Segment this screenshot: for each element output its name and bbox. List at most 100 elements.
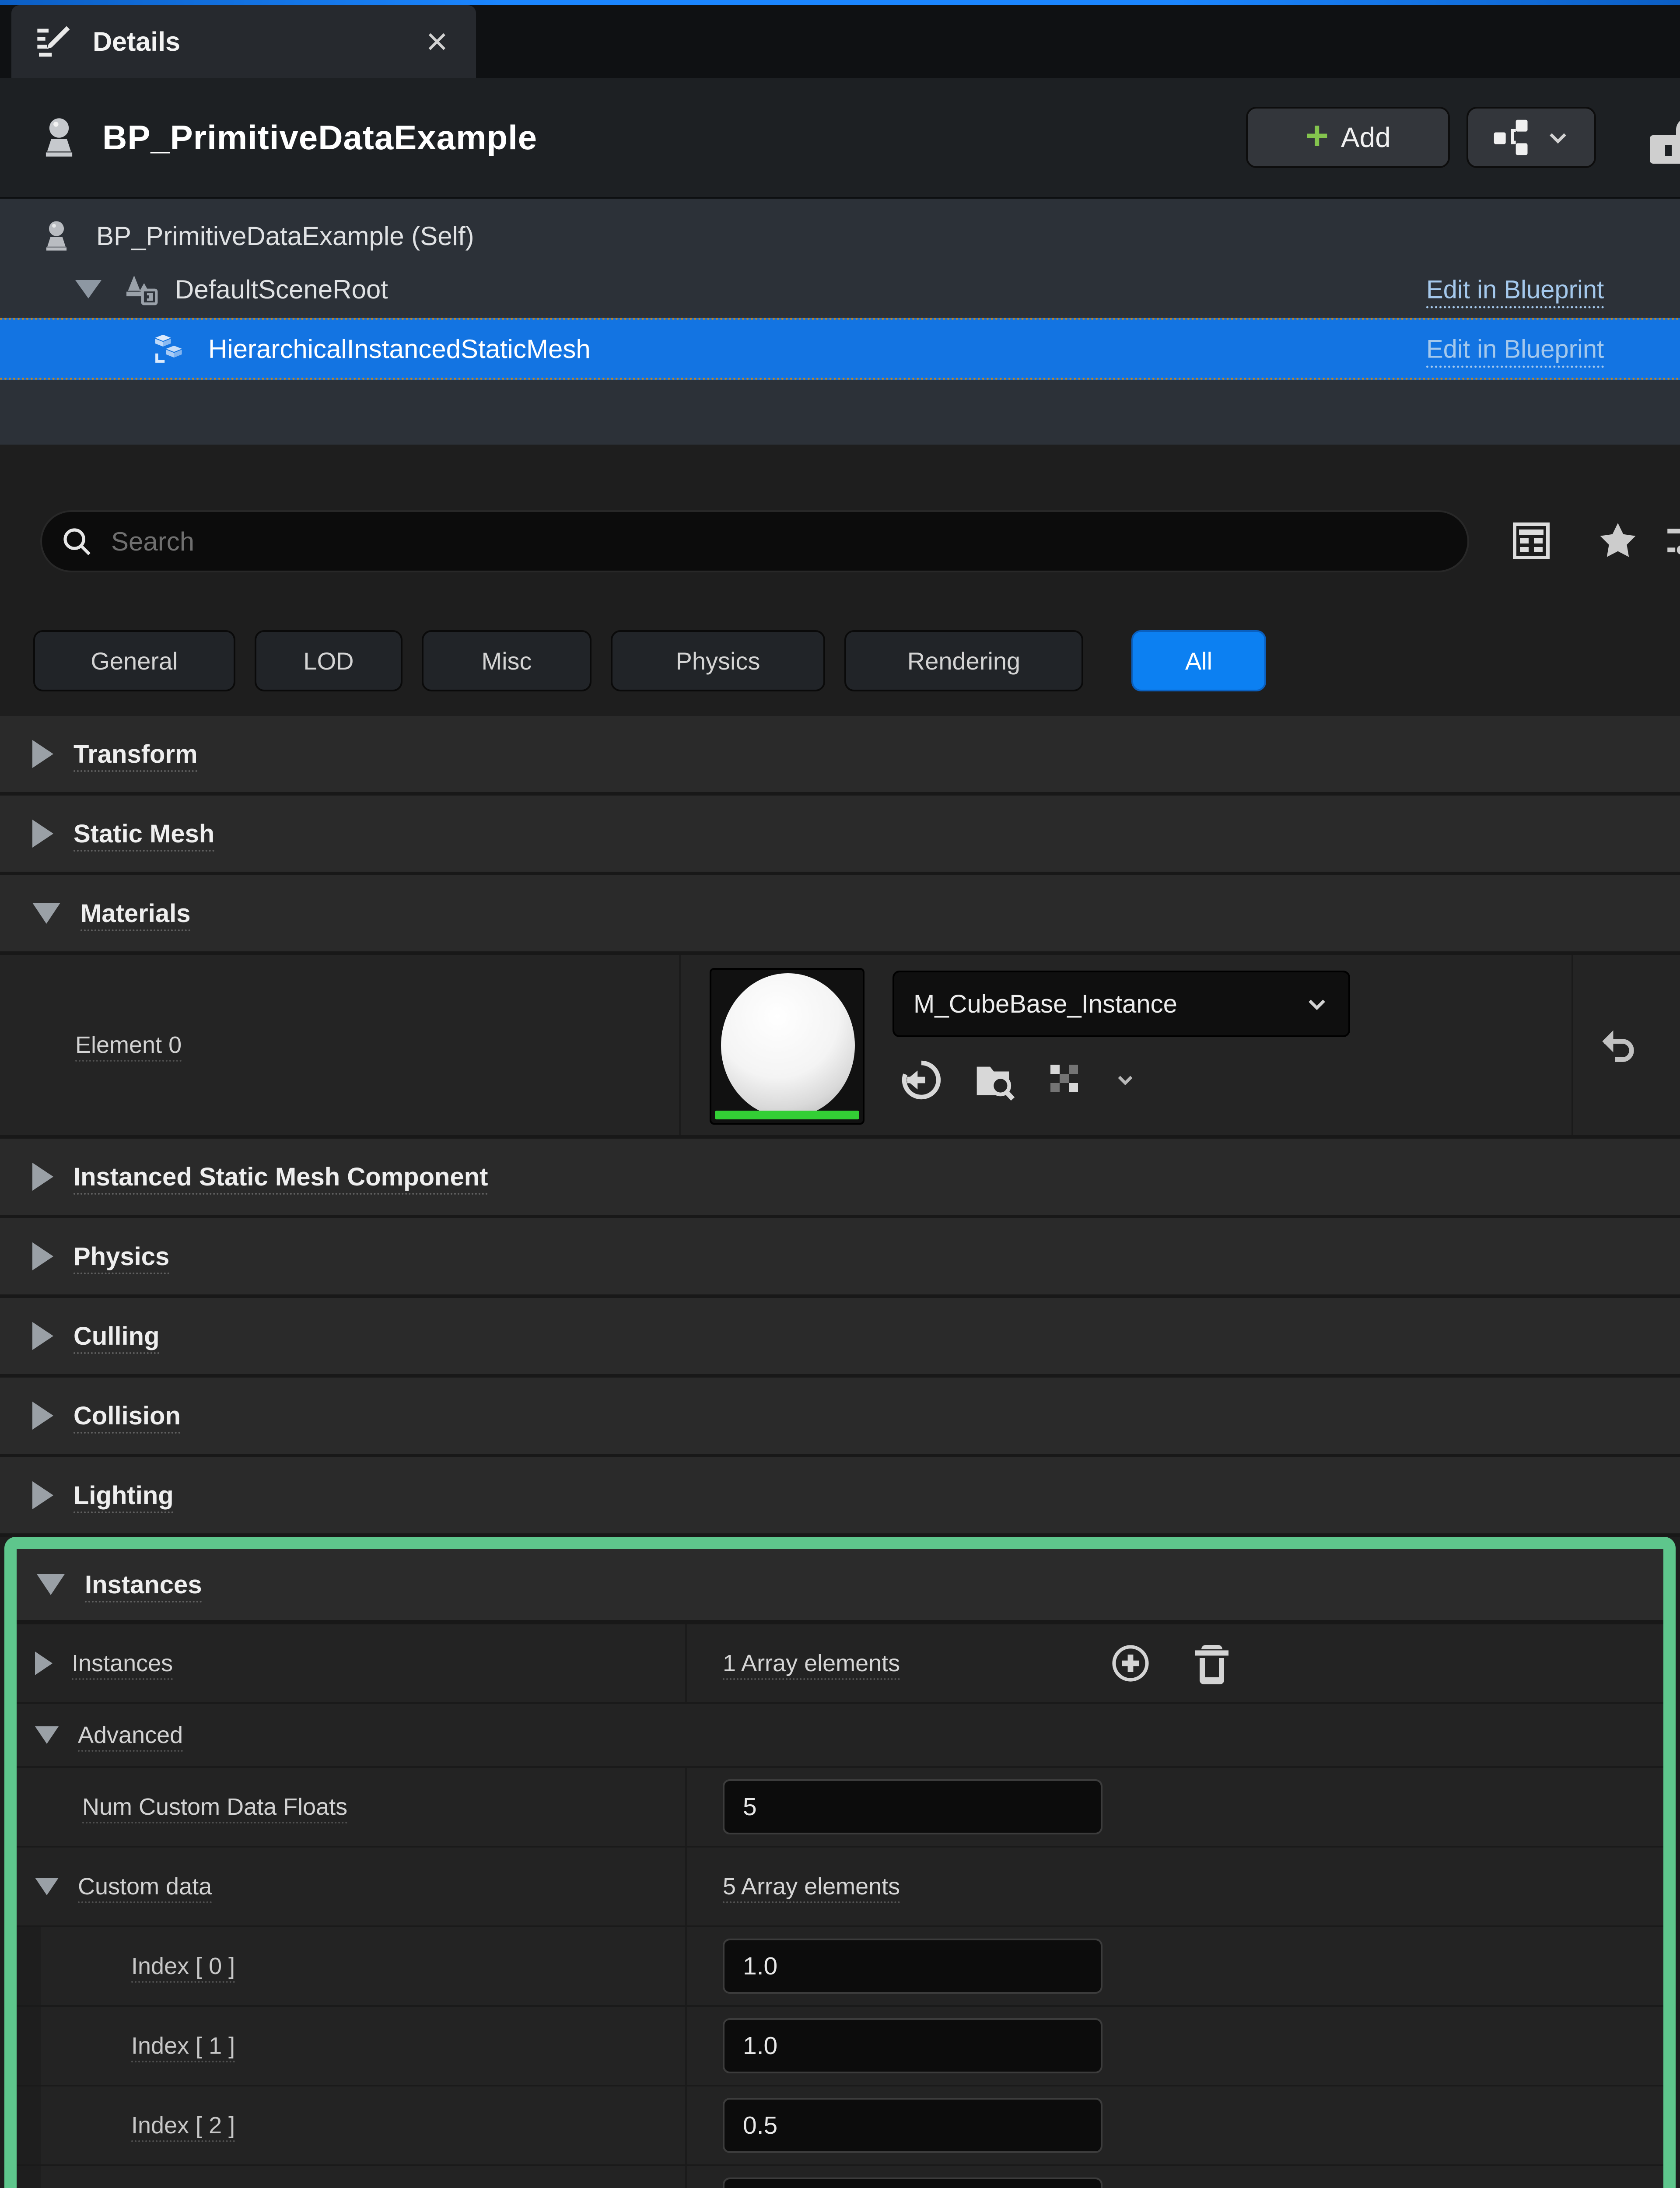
search-box[interactable]	[40, 510, 1469, 572]
add-button[interactable]: + Add	[1246, 107, 1450, 168]
add-array-element-icon[interactable]	[1110, 1642, 1152, 1684]
index-2-input[interactable]	[723, 2098, 1102, 2153]
tree-row-self[interactable]: BP_PrimitiveDataExample (Self)	[0, 209, 1680, 263]
instanced-static-mesh-icon	[150, 330, 188, 368]
edit-in-blueprint-link[interactable]: Edit in Blueprint	[1426, 335, 1604, 364]
column-splitter[interactable]	[685, 1768, 687, 1846]
chevron-down-icon	[1546, 125, 1570, 150]
expander-right-icon	[32, 820, 53, 848]
tree-row-hism-selected[interactable]: HierarchicalInstancedStaticMesh Edit in …	[0, 318, 1680, 380]
add-button-label: Add	[1341, 121, 1391, 154]
edit-in-blueprint-link[interactable]: Edit in Blueprint	[1426, 276, 1604, 304]
tab-details[interactable]: Details ×	[11, 5, 476, 78]
num-custom-data-floats-input[interactable]	[723, 1779, 1102, 1834]
expander-down-icon	[35, 1726, 59, 1744]
favorites-star-icon[interactable]	[1596, 520, 1640, 562]
expander-down-icon	[32, 903, 60, 924]
material-name: M_CubeBase_Instance	[914, 989, 1177, 1019]
section-materials[interactable]: Materials	[0, 875, 1680, 955]
advanced-subsection-row[interactable]: Advanced	[17, 1704, 1663, 1768]
filter-physics[interactable]: Physics	[611, 630, 825, 691]
custom-data-row: Custom data 5 Array elements	[17, 1848, 1663, 1927]
tree-row-default-scene-root[interactable]: DefaultSceneRoot Edit in Blueprint	[0, 263, 1680, 316]
section-instances[interactable]: Instances	[17, 1549, 1663, 1624]
reset-to-default-icon[interactable]	[1596, 1025, 1642, 1065]
close-icon[interactable]: ×	[426, 23, 448, 60]
details-body: General LOD Misc Physics Rendering All T…	[0, 445, 1680, 2188]
texture-picker-icon[interactable]	[1047, 1062, 1084, 1098]
element-label: Element 0	[75, 1031, 182, 1059]
column-splitter[interactable]	[685, 2166, 687, 2188]
plus-icon: +	[1305, 116, 1329, 156]
settings-sliders-icon[interactable]	[1662, 522, 1680, 560]
blueprint-hierarchy-button[interactable]	[1466, 107, 1596, 168]
column-splitter[interactable]	[679, 955, 681, 1135]
index-label: Index [ 2 ]	[131, 2112, 235, 2139]
search-input[interactable]	[111, 526, 1450, 557]
expander-right-icon	[32, 1402, 53, 1430]
unlock-icon[interactable]	[1643, 116, 1680, 168]
material-preview-sphere	[721, 973, 855, 1118]
search-icon	[60, 524, 94, 558]
filter-rendering[interactable]: Rendering	[844, 630, 1083, 691]
column-splitter[interactable]	[685, 2007, 687, 2085]
instances-array-row: Instances 1 Array elements	[17, 1624, 1663, 1704]
chevron-down-icon	[1305, 992, 1329, 1016]
section-lighting[interactable]: Lighting	[0, 1457, 1680, 1537]
tree-row-label: HierarchicalInstancedStaticMesh	[208, 334, 591, 364]
tab-label: Details	[93, 26, 180, 57]
tree-row-label: DefaultSceneRoot	[175, 274, 388, 305]
browse-to-asset-icon[interactable]	[973, 1057, 1018, 1103]
expander-right-icon	[32, 1322, 53, 1350]
property-label: Num Custom Data Floats	[82, 1793, 347, 1820]
delete-array-icon[interactable]	[1193, 1642, 1231, 1684]
page-title: BP_PrimitiveDataExample	[102, 118, 537, 158]
column-splitter[interactable]	[685, 1624, 687, 1702]
search-area	[0, 445, 1680, 601]
index-label: Index [ 0 ]	[131, 1953, 235, 1980]
expander-down-icon[interactable]	[35, 1878, 59, 1895]
property-label: Instances	[72, 1650, 173, 1677]
section-transform[interactable]: Transform	[0, 716, 1680, 796]
index-0-input[interactable]	[723, 1939, 1102, 1994]
section-collision[interactable]: Collision	[0, 1378, 1680, 1457]
array-elements-count: 1 Array elements	[723, 1650, 900, 1677]
column-splitter[interactable]	[685, 1848, 687, 1925]
material-select-dropdown[interactable]: M_CubeBase_Instance	[892, 971, 1350, 1037]
active-panel-accent-bar	[0, 0, 1680, 5]
details-tab-icon	[34, 22, 73, 61]
expander-down-icon[interactable]	[75, 280, 102, 298]
expander-right-icon[interactable]	[35, 1652, 52, 1675]
materials-element-row: Element 0 M_CubeBase_Instance	[0, 955, 1680, 1139]
expander-down-icon	[37, 1574, 65, 1595]
section-physics[interactable]: Physics	[0, 1218, 1680, 1298]
tab-bar: Details ×	[0, 5, 1680, 78]
filter-lod[interactable]: LOD	[255, 630, 402, 691]
material-thumbnail[interactable]	[710, 968, 864, 1125]
display-mode-icon[interactable]	[1510, 520, 1552, 562]
num-custom-data-floats-row: Num Custom Data Floats	[17, 1768, 1663, 1848]
material-type-bar	[715, 1111, 859, 1119]
section-static-mesh[interactable]: Static Mesh	[0, 796, 1680, 875]
hierarchy-icon	[1492, 117, 1533, 158]
property-label: Custom data	[78, 1873, 212, 1900]
filter-misc[interactable]: Misc	[422, 630, 592, 691]
filter-general[interactable]: General	[33, 630, 235, 691]
array-elements-count: 5 Array elements	[723, 1873, 900, 1900]
advanced-label: Advanced	[78, 1722, 183, 1749]
component-tree: BP_PrimitiveDataExample (Self) DefaultSc…	[0, 197, 1680, 445]
column-splitter[interactable]	[685, 2086, 687, 2164]
actor-icon	[40, 115, 78, 160]
column-splitter[interactable]	[685, 1927, 687, 2005]
index-3-input[interactable]	[723, 2177, 1102, 2188]
index-1-input[interactable]	[723, 2018, 1102, 2073]
custom-data-index-row: Index [ 0 ]	[17, 1927, 1663, 2007]
category-filter-bar: General LOD Misc Physics Rendering All	[0, 630, 1680, 691]
section-culling[interactable]: Culling	[0, 1298, 1680, 1378]
section-instanced-static-mesh-component[interactable]: Instanced Static Mesh Component	[0, 1139, 1680, 1218]
filter-all-active[interactable]: All	[1131, 630, 1266, 691]
use-selected-asset-icon[interactable]	[899, 1057, 944, 1103]
chevron-down-icon[interactable]	[1113, 1068, 1138, 1092]
tree-row-label: BP_PrimitiveDataExample (Self)	[96, 221, 474, 251]
actor-icon	[42, 218, 71, 253]
